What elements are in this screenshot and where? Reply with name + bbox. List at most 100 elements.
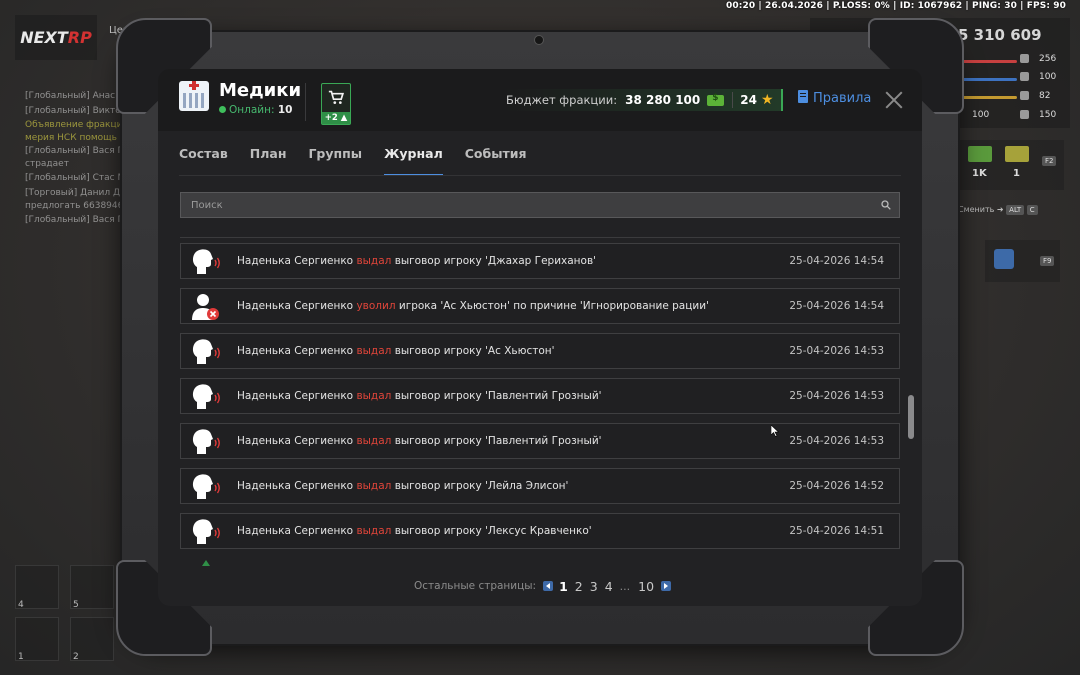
book-icon — [798, 90, 808, 103]
journal-row[interactable]: Наденька Сергиенко выдал выговор игроку … — [180, 468, 900, 504]
calendar-icon — [994, 249, 1014, 269]
lightning-icon — [1020, 72, 1029, 81]
chat-line: мерия НСК помощь в — [25, 133, 126, 144]
hud-status-line: 00:20 | 26.04.2026 | P.LOSS: 0% | ID: 10… — [726, 1, 1066, 11]
journal-entry-text: Наденька Сергиенко выдал выговор игроку … — [237, 435, 602, 447]
tab-events[interactable]: События — [465, 146, 527, 176]
armor-bar — [962, 78, 1017, 81]
journal-list: Наденька Сергиенко выдал выговор игроку … — [180, 229, 900, 563]
journal-actor: Наденька Сергиенко — [237, 480, 354, 492]
journal-details: выговор игроку 'Джахар Гериханов' — [394, 255, 597, 267]
search-icon[interactable] — [881, 200, 891, 210]
page-prev-icon[interactable] — [543, 581, 554, 591]
journal-details: выговор игроку 'Лексус Кравченко' — [394, 525, 592, 537]
speaking-head-icon — [190, 383, 222, 411]
quick-slot[interactable]: 5 — [70, 565, 114, 610]
journal-row[interactable]: Наденька Сергиенко выдал выговор игроку … — [180, 333, 900, 369]
faction-name: Медики — [219, 80, 302, 101]
journal-row[interactable]: Наденька Сергиенко выдал выговор игроку … — [180, 243, 900, 279]
stat-value: 82 — [1039, 91, 1051, 101]
speaking-head-icon — [190, 473, 222, 501]
online-counter: Онлайн: 10 — [219, 104, 292, 116]
quick-slot[interactable]: 1 — [15, 617, 59, 662]
slot-number: 4 — [18, 600, 24, 610]
journal-row[interactable]: Наденька Сергиенко уволил игрока 'Ас Хью… — [180, 288, 900, 324]
stars-value: 24 — [740, 93, 757, 107]
side-coins-value: 1 — [1013, 168, 1020, 179]
page-next-icon[interactable] — [661, 581, 672, 591]
chat-line: [Глобальный] Вася П — [25, 214, 125, 225]
slot-number: 2 — [73, 652, 79, 662]
budget-separator — [732, 92, 734, 108]
stat-value: 100 — [972, 110, 990, 120]
health-bar — [962, 60, 1017, 63]
heart-rate-icon — [1020, 54, 1029, 63]
faction-screen: Медики Онлайн: 10 +2 ▲ Бюджет фракции: 3… — [158, 69, 922, 606]
slot-number: 5 — [73, 600, 79, 610]
stat-row: 82 — [1020, 91, 1050, 101]
journal-row[interactable]: Наденька Сергиенко выдал выговор игроку … — [180, 513, 900, 549]
coins-icon — [1005, 146, 1029, 162]
journal-timestamp: 25-04-2026 14:54 — [789, 255, 884, 267]
shop-badge: +2 ▲ — [322, 112, 350, 124]
quick-slot[interactable]: 4 — [15, 565, 59, 610]
journal-details: выговор игроку 'Ас Хьюстон' — [394, 345, 555, 357]
journal-details: игрока 'Ас Хьюстон' по причине 'Игнориро… — [398, 300, 709, 312]
journal-details: выговор игроку 'Лейла Элисон' — [394, 480, 569, 492]
user-remove-icon — [190, 293, 222, 321]
faction-header: Медики Онлайн: 10 +2 ▲ Бюджет фракции: 3… — [158, 69, 922, 131]
key-hint: F9 — [1040, 256, 1055, 266]
page-2[interactable]: 2 — [575, 579, 583, 594]
chat-line: [Глобальный] Стас М — [25, 173, 126, 184]
pagination-label: Остальные страницы: — [414, 580, 537, 592]
journal-entry-text: Наденька Сергиенко выдал выговор игроку … — [237, 345, 555, 357]
journal-actor: Наденька Сергиенко — [237, 255, 354, 267]
stat-row: 100 — [972, 110, 989, 120]
online-count: 10 — [277, 104, 293, 116]
stat-value: 100 — [1039, 72, 1057, 82]
shop-button[interactable]: +2 ▲ — [321, 83, 351, 125]
page-ellipsis: ... — [619, 579, 631, 593]
tab-bar: Состав План Группы Журнал События — [179, 146, 549, 176]
journal-entry-text: Наденька Сергиенко выдал выговор игроку … — [237, 480, 568, 492]
star-icon: ★ — [760, 92, 774, 108]
tab-journal[interactable]: Журнал — [384, 146, 443, 176]
journal-action: выдал — [356, 435, 392, 447]
close-icon[interactable] — [883, 89, 905, 111]
rules-label: Правила — [813, 91, 872, 106]
journal-actor: Наденька Сергиенко — [237, 525, 354, 537]
key-hint: C — [1026, 205, 1038, 215]
header-divider — [305, 83, 306, 121]
journal-timestamp: 25-04-2026 14:54 — [789, 300, 884, 312]
journal-action: выдал — [356, 345, 392, 357]
tab-plan[interactable]: План — [250, 146, 287, 176]
journal-timestamp: 25-04-2026 14:53 — [789, 390, 884, 402]
chat-line: страдает — [25, 159, 69, 170]
journal-row[interactable]: Наденька Сергиенко выдал выговор игроку … — [180, 423, 900, 459]
page-4[interactable]: 4 — [605, 579, 613, 594]
stat-row: 150 — [1020, 110, 1056, 120]
server-logo: NEXT RP — [15, 15, 97, 60]
journal-action: выдал — [356, 525, 392, 537]
journal-action: выдал — [356, 390, 392, 402]
chat-line: [Глобальный] Вася П — [25, 146, 125, 157]
chat-line: [Торговый] Данил Де — [25, 187, 126, 198]
tabs-divider — [179, 175, 901, 176]
journal-scrollbar[interactable] — [908, 395, 914, 439]
page-1[interactable]: 1 — [559, 579, 568, 594]
page-last[interactable]: 10 — [638, 579, 654, 594]
tab-groups[interactable]: Группы — [308, 146, 362, 176]
journal-timestamp: 25-04-2026 14:52 — [789, 480, 884, 492]
key-hint: ALT — [1006, 205, 1025, 215]
rules-button[interactable]: Правила — [798, 90, 871, 106]
shield-icon — [1020, 110, 1029, 119]
search-input[interactable] — [180, 192, 900, 218]
switch-hint: Сменить ➜ ALT C — [958, 205, 1038, 215]
page-3[interactable]: 3 — [590, 579, 598, 594]
journal-timestamp: 25-04-2026 14:53 — [789, 345, 884, 357]
journal-details: выговор игроку 'Павлентий Грозный' — [394, 435, 602, 447]
tab-composition[interactable]: Состав — [179, 146, 228, 176]
speaking-head-icon — [190, 248, 222, 276]
journal-row[interactable]: Наденька Сергиенко выдал выговор игроку … — [180, 378, 900, 414]
quick-slot[interactable]: 2 — [70, 617, 114, 662]
